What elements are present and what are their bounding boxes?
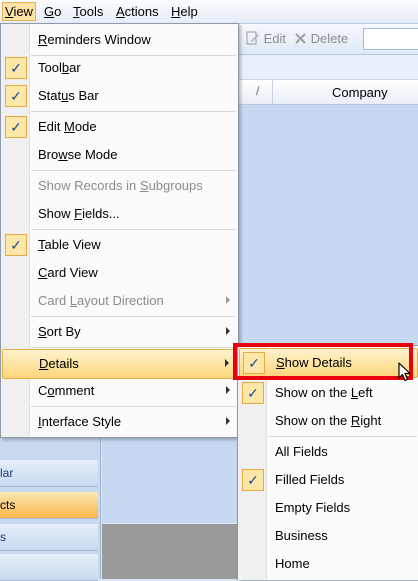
menu-item-label: Show Fields... <box>38 206 120 221</box>
submenu-arrow-icon <box>226 386 230 394</box>
menu-item-sort-by[interactable]: Sort By <box>2 318 237 346</box>
menu-item-show-on-right[interactable]: Show on the Right <box>239 407 418 435</box>
menu-item-toolbar[interactable]: ✓ Toolbar <box>2 54 237 82</box>
grid-column-header: / Company <box>238 80 418 105</box>
menu-help-label: elp <box>180 4 198 19</box>
menu-item-label: Filled Fields <box>275 472 345 487</box>
menu-item-show-fields[interactable]: Show Fields... <box>2 200 237 228</box>
menu-actions-label: ctions <box>124 4 159 19</box>
pencil-icon <box>246 31 259 45</box>
menu-separator <box>31 406 236 407</box>
nav-item[interactable]: s <box>0 524 98 551</box>
submenu-arrow-icon <box>226 417 230 425</box>
menu-item-label: Interface Style <box>38 414 122 429</box>
menu-separator <box>31 170 236 171</box>
menu-item-card-layout-direction: Card Layout Direction <box>2 287 237 315</box>
menu-item-show-on-left[interactable]: ✓ Show on the Left <box>239 379 418 407</box>
delete-button[interactable]: Delete <box>294 30 348 48</box>
nav-item-label: cts <box>0 498 16 512</box>
menu-item-label: Toolbar <box>38 60 81 75</box>
menu-actions[interactable]: Actions <box>113 3 162 20</box>
column-divider <box>272 80 273 104</box>
menu-item-label: Home <box>275 556 310 571</box>
menu-item-home[interactable]: Home <box>239 550 418 578</box>
checkmark-icon: ✓ <box>5 116 27 138</box>
menu-separator <box>31 111 236 112</box>
menu-item-all-fields[interactable]: All Fields <box>239 438 418 466</box>
submenu-arrow-icon <box>226 296 230 304</box>
delete-label: Delete <box>310 31 349 46</box>
details-submenu: ✓ Show Details ✓ Show on the Left Show o… <box>237 345 418 580</box>
menu-item-filled-fields[interactable]: ✓ Filled Fields <box>239 466 418 494</box>
main-toolbar: Edit Delete <box>238 24 418 55</box>
checkmark-icon: ✓ <box>5 57 27 79</box>
menu-item-show-records-in-subgroups: Show Records in Subgroups <box>2 172 237 200</box>
navigation-pane: lar cts s <box>0 436 101 581</box>
menu-item-label: Show Records in Subgroups <box>38 178 203 193</box>
menu-view[interactable]: View <box>2 2 36 21</box>
nav-item-label: lar <box>0 466 14 480</box>
nav-item-selected[interactable]: cts <box>0 492 98 519</box>
menu-item-label: Edit Mode <box>38 119 97 134</box>
checkmark-icon: ✓ <box>242 382 264 404</box>
menu-bar: View Go Tools Actions Help <box>0 0 418 24</box>
annotation-highlight-box <box>233 343 413 380</box>
menu-separator <box>31 229 236 230</box>
menu-item-label: Card Layout Direction <box>38 293 164 308</box>
menu-item-label: Browse Mode <box>38 147 118 162</box>
checkmark-icon: ✓ <box>5 85 27 107</box>
menu-item-label: Sort By <box>38 324 81 339</box>
view-menu: Reminders Window ✓ Toolbar ✓ Status Bar … <box>0 23 239 438</box>
menu-item-label: All Fields <box>275 444 328 459</box>
checkmark-icon: ✓ <box>5 234 27 256</box>
menu-item-label: Show on the Right <box>275 413 382 428</box>
secondary-toolbar <box>238 55 418 80</box>
nav-item-label: s <box>0 530 6 544</box>
menu-view-label: iew <box>13 4 33 19</box>
menu-go-mnemonic: G <box>44 4 55 19</box>
menu-item-details[interactable]: Details <box>2 349 237 379</box>
menu-separator <box>31 347 236 348</box>
menu-item-status-bar[interactable]: ✓ Status Bar <box>2 82 237 110</box>
menu-item-edit-mode[interactable]: ✓ Edit Mode <box>2 113 237 141</box>
menu-item-label: Business <box>275 528 328 543</box>
menu-help-mnemonic: H <box>171 4 181 19</box>
nav-item[interactable] <box>0 554 98 581</box>
menu-go[interactable]: Go <box>41 3 64 20</box>
menu-item-table-view[interactable]: ✓ Table View <box>2 231 237 259</box>
menu-item-empty-fields[interactable]: Empty Fields <box>239 494 418 522</box>
checkmark-icon: ✓ <box>242 469 264 491</box>
menu-tools[interactable]: Tools <box>70 3 106 20</box>
menu-separator <box>268 436 417 437</box>
menu-item-reminders-window[interactable]: Reminders Window <box>2 26 237 54</box>
menu-help[interactable]: Help <box>168 3 201 20</box>
menu-separator <box>31 316 236 317</box>
submenu-arrow-icon <box>226 327 230 335</box>
edit-label: Edit <box>263 31 287 46</box>
edit-button[interactable]: Edit <box>246 30 286 48</box>
menu-item-label: Table View <box>38 237 101 252</box>
delete-x-icon <box>295 33 306 44</box>
menu-item-business[interactable]: Business <box>239 522 418 550</box>
submenu-arrow-icon <box>225 359 229 367</box>
menu-go-label: o <box>54 4 62 19</box>
menu-item-card-view[interactable]: Card View <box>2 259 237 287</box>
nav-item[interactable]: lar <box>0 460 98 487</box>
menu-item-label: Card View <box>38 265 98 280</box>
mouse-cursor-icon <box>398 362 411 382</box>
menu-item-browse-mode[interactable]: Browse Mode <box>2 141 237 169</box>
menu-item-interface-style[interactable]: Interface Style <box>2 408 237 436</box>
menu-item-label: Details <box>39 356 79 371</box>
column-company[interactable]: Company <box>332 85 388 100</box>
menu-tools-label: ools <box>79 4 104 19</box>
menu-item-comment[interactable]: Comment <box>2 377 237 405</box>
menu-item-label: Status Bar <box>38 88 99 103</box>
menu-item-label: Show on the Left <box>275 385 373 400</box>
menu-item-label: Comment <box>38 383 95 398</box>
menu-item-label: Empty Fields <box>275 500 351 515</box>
search-input[interactable] <box>363 28 418 50</box>
sort-indicator[interactable]: / <box>256 84 259 98</box>
menu-actions-mnemonic: A <box>116 4 125 19</box>
menu-item-label: Reminders Window <box>38 32 151 47</box>
